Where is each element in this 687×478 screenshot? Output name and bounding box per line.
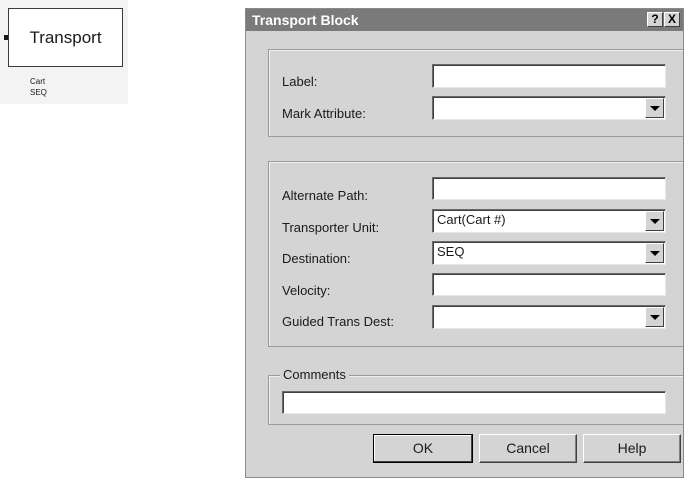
- transporter-unit-caption: Transporter Unit:: [282, 220, 380, 235]
- comments-field[interactable]: [282, 391, 666, 414]
- transport-block-info: Cart SEQ: [30, 76, 47, 98]
- velocity-field[interactable]: [432, 273, 666, 296]
- transport-block[interactable]: Transport: [8, 8, 123, 67]
- destination-caption: Destination:: [282, 251, 351, 266]
- chevron-down-icon[interactable]: [645, 307, 664, 327]
- transport-block-dialog: Transport Block ? X Label: Mark Attribut…: [245, 8, 684, 478]
- block-info-transporter: Cart: [30, 77, 46, 86]
- close-icon[interactable]: X: [664, 12, 680, 27]
- transport-block-label: Transport: [29, 27, 102, 47]
- transporter-unit-combo[interactable]: Cart(Cart #): [432, 209, 666, 233]
- comments-caption: Comments: [280, 368, 349, 382]
- cancel-button[interactable]: Cancel: [479, 434, 577, 463]
- transporter-unit-value: Cart(Cart #): [437, 212, 506, 227]
- destination-value: SEQ: [437, 244, 465, 259]
- label-caption: Label:: [282, 74, 318, 89]
- chevron-down-icon[interactable]: [645, 98, 664, 118]
- label-field[interactable]: [432, 64, 666, 88]
- dialog-title: Transport Block: [252, 12, 359, 28]
- mark-attribute-caption: Mark Attribute:: [282, 106, 366, 121]
- velocity-caption: Velocity:: [282, 283, 331, 298]
- general-group: [268, 49, 683, 137]
- mark-attribute-combo[interactable]: [432, 96, 666, 120]
- alternate-path-field[interactable]: [432, 177, 666, 200]
- chevron-down-icon[interactable]: [645, 211, 664, 231]
- help-button[interactable]: Help: [583, 434, 681, 463]
- guided-trans-dest-caption: Guided Trans Dest:: [282, 314, 394, 329]
- block-info-destination: SEQ: [30, 88, 47, 97]
- ok-button[interactable]: OK: [373, 434, 473, 463]
- question-icon[interactable]: ?: [647, 12, 663, 27]
- chevron-down-icon[interactable]: [645, 243, 664, 263]
- alternate-path-caption: Alternate Path:: [282, 188, 368, 203]
- dialog-titlebar[interactable]: Transport Block ? X: [246, 9, 683, 31]
- destination-combo[interactable]: SEQ: [432, 241, 666, 265]
- guided-trans-dest-combo[interactable]: [432, 305, 666, 329]
